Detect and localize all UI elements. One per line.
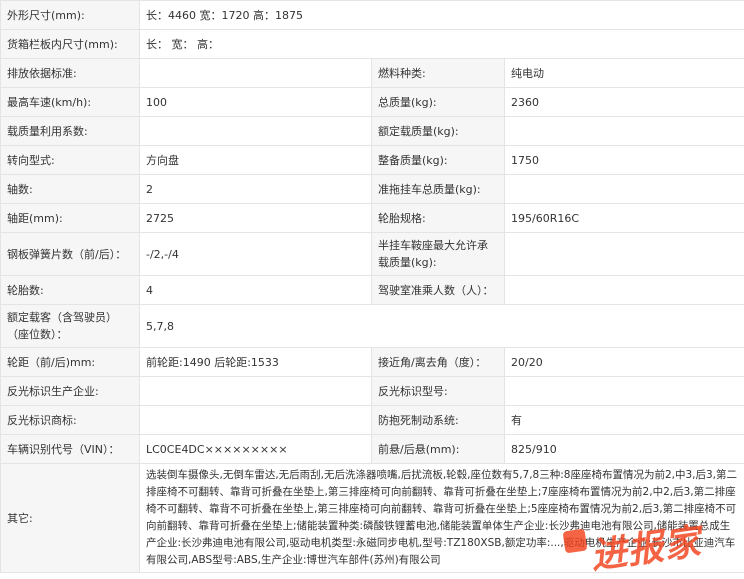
row-springs: 钢板弹簧片数（前/后）： -/2,-/4 半挂车鞍座最大允许承载质量(kg): xyxy=(1,233,744,276)
other-label: 其它: xyxy=(1,464,140,573)
seat-capacity-label: 额定载客（含驾驶员）（座位数）： xyxy=(1,305,140,348)
saddle-load-value xyxy=(505,233,744,276)
rated-load-label: 额定载质量(kg): xyxy=(372,117,505,146)
fuel-type-value: 纯电动 xyxy=(505,59,744,88)
abs-label: 防抱死制动系统: xyxy=(372,406,505,435)
abs-value: 有 xyxy=(505,406,744,435)
tire-spec-label: 轮胎规格: xyxy=(372,204,505,233)
vin-label: 车辆识别代号（VIN）： xyxy=(1,435,140,464)
row-cargo-box: 货箱栏板内尺寸(mm): 长： 宽： 高： xyxy=(1,30,744,59)
leaf-springs-label: 钢板弹簧片数（前/后）： xyxy=(1,233,140,276)
reflector-brand-value xyxy=(140,406,372,435)
row-reflector-maker: 反光标识生产企业: 反光标识型号: xyxy=(1,377,744,406)
reflector-model-value xyxy=(505,377,744,406)
emission-label: 排放依据标准: xyxy=(1,59,140,88)
steering-label: 转向型式: xyxy=(1,146,140,175)
cab-capacity-label: 驾驶室准乘人数（人）： xyxy=(372,276,505,305)
track-width-value: 前轮距:1490 后轮距:1533 xyxy=(140,348,372,377)
spec-table: 外形尺寸(mm): 长：4460 宽：1720 高：1875 货箱栏板内尺寸(m… xyxy=(0,0,744,573)
cab-capacity-value xyxy=(505,276,744,305)
fuel-type-label: 燃料种类: xyxy=(372,59,505,88)
load-coefficient-label: 载质量利用系数: xyxy=(1,117,140,146)
seat-capacity-value: 5,7,8 xyxy=(140,305,744,348)
overhang-value: 825/910 xyxy=(505,435,744,464)
tire-count-value: 4 xyxy=(140,276,372,305)
steering-value: 方向盘 xyxy=(140,146,372,175)
cargo-box-value: 长： 宽： 高： xyxy=(140,30,744,59)
other-value: 选装倒车摄像头,无倒车雷达,无后雨刮,无后洗涤器喷嘴,后扰流板,轮毂,座位数有5… xyxy=(140,464,744,573)
axle-count-value: 2 xyxy=(140,175,372,204)
reflector-maker-label: 反光标识生产企业: xyxy=(1,377,140,406)
curb-mass-value: 1750 xyxy=(505,146,744,175)
axle-count-label: 轴数: xyxy=(1,175,140,204)
dimensions-label: 外形尺寸(mm): xyxy=(1,1,140,30)
row-axles: 轴数: 2 准拖挂车总质量(kg): xyxy=(1,175,744,204)
cargo-box-label: 货箱栏板内尺寸(mm): xyxy=(1,30,140,59)
reflector-model-label: 反光标识型号: xyxy=(372,377,505,406)
row-wheelbase: 轴距(mm): 2725 轮胎规格: 195/60R16C xyxy=(1,204,744,233)
reflector-maker-value xyxy=(140,377,372,406)
rated-load-value xyxy=(505,117,744,146)
gross-mass-label: 总质量(kg): xyxy=(372,88,505,117)
gross-mass-value: 2360 xyxy=(505,88,744,117)
dimensions-value: 长：4460 宽：1720 高：1875 xyxy=(140,1,744,30)
tire-count-label: 轮胎数: xyxy=(1,276,140,305)
load-coefficient-value xyxy=(140,117,372,146)
leaf-springs-value: -/2,-/4 xyxy=(140,233,372,276)
trailer-mass-value xyxy=(505,175,744,204)
approach-angle-label: 接近角/离去角（度）： xyxy=(372,348,505,377)
vin-value: LC0CE4DC××××××××× xyxy=(140,435,372,464)
trailer-mass-label: 准拖挂车总质量(kg): xyxy=(372,175,505,204)
row-emission: 排放依据标准: 燃料种类: 纯电动 xyxy=(1,59,744,88)
reflector-brand-label: 反光标识商标: xyxy=(1,406,140,435)
row-seats: 额定载客（含驾驶员）（座位数）： 5,7,8 xyxy=(1,305,744,348)
max-speed-label: 最高车速(km/h): xyxy=(1,88,140,117)
row-track: 轮距（前/后)mm: 前轮距:1490 后轮距:1533 接近角/离去角（度）：… xyxy=(1,348,744,377)
row-reflector-brand: 反光标识商标: 防抱死制动系统: 有 xyxy=(1,406,744,435)
curb-mass-label: 整备质量(kg): xyxy=(372,146,505,175)
row-vin: 车辆识别代号（VIN）： LC0CE4DC××××××××× 前悬/后悬(mm)… xyxy=(1,435,744,464)
emission-value xyxy=(140,59,372,88)
track-width-label: 轮距（前/后)mm: xyxy=(1,348,140,377)
tire-spec-value: 195/60R16C xyxy=(505,204,744,233)
row-load-coefficient: 载质量利用系数: 额定载质量(kg): xyxy=(1,117,744,146)
row-tires: 轮胎数: 4 驾驶室准乘人数（人）： xyxy=(1,276,744,305)
wheelbase-value: 2725 xyxy=(140,204,372,233)
row-dimensions: 外形尺寸(mm): 长：4460 宽：1720 高：1875 xyxy=(1,1,744,30)
wheelbase-label: 轴距(mm): xyxy=(1,204,140,233)
saddle-load-label: 半挂车鞍座最大允许承载质量(kg): xyxy=(372,233,505,276)
overhang-label: 前悬/后悬(mm): xyxy=(372,435,505,464)
approach-angle-value: 20/20 xyxy=(505,348,744,377)
max-speed-value: 100 xyxy=(140,88,372,117)
row-other: 其它: 选装倒车摄像头,无倒车雷达,无后雨刮,无后洗涤器喷嘴,后扰流板,轮毂,座… xyxy=(1,464,744,573)
row-steering: 转向型式: 方向盘 整备质量(kg): 1750 xyxy=(1,146,744,175)
row-speed: 最高车速(km/h): 100 总质量(kg): 2360 xyxy=(1,88,744,117)
